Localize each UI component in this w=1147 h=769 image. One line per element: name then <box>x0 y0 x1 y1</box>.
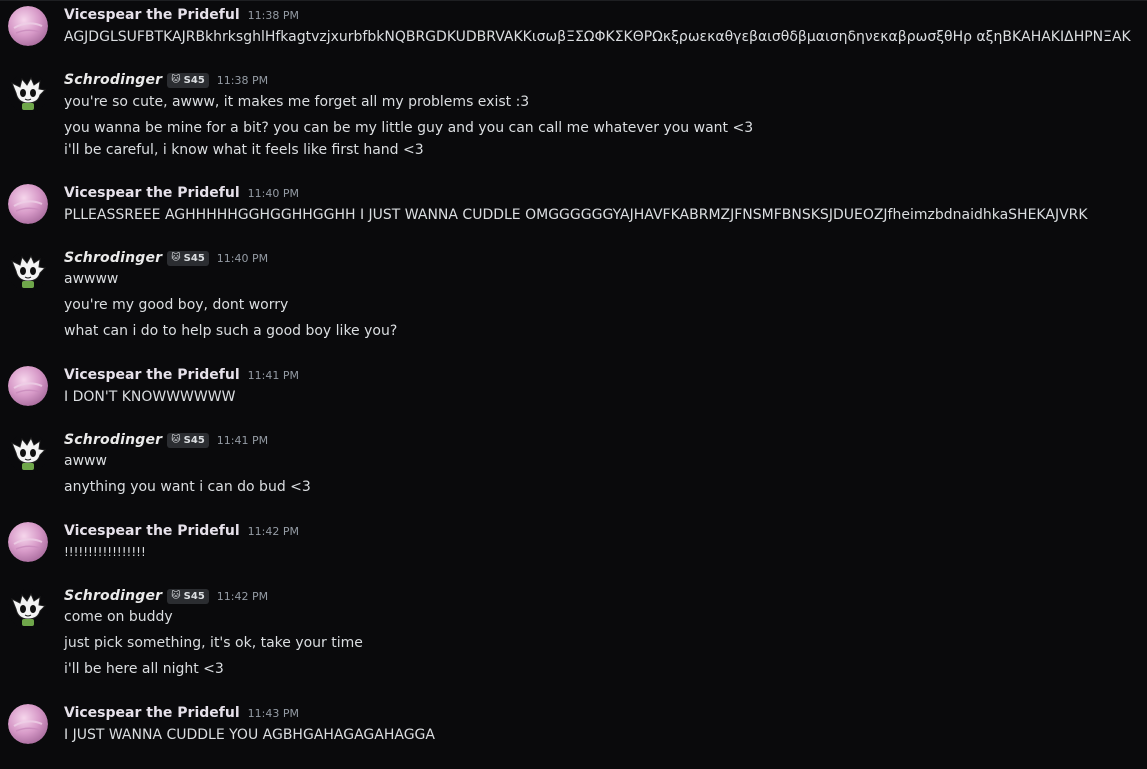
message-header: Vicespear the Prideful 11:40 PM <box>64 183 299 203</box>
cat-face-icon: 🐱 <box>171 435 181 445</box>
timestamp: 11:42 PM <box>216 589 269 603</box>
message-text: come on buddy <box>64 609 173 625</box>
server-tag-badge[interactable]: 🐱 S45 <box>167 588 209 604</box>
author-name[interactable]: Schrodinger <box>64 250 162 266</box>
message-text: what can i do to help such a good boy li… <box>64 323 398 339</box>
cat-face-icon: 🐱 <box>171 75 181 85</box>
author-name[interactable]: Vicespear the Prideful <box>64 523 240 539</box>
pink-pearl-avatar[interactable] <box>8 522 48 562</box>
message-header: Schrodinger 🐱 S45 11:42 PM <box>64 586 268 606</box>
author-name[interactable]: Schrodinger <box>64 432 162 448</box>
author-name[interactable]: Schrodinger <box>64 588 162 604</box>
timestamp: 11:40 PM <box>247 186 299 200</box>
pink-pearl-avatar[interactable] <box>8 366 48 406</box>
message-header: Schrodinger 🐱 S45 11:41 PM <box>64 430 268 450</box>
timestamp: 11:43 PM <box>247 706 299 720</box>
white-cat-creature-avatar[interactable] <box>8 589 48 629</box>
author-name[interactable]: Vicespear the Prideful <box>64 185 240 201</box>
pink-pearl-avatar[interactable] <box>8 184 48 224</box>
cat-face-icon: 🐱 <box>171 253 181 263</box>
message-text: just pick something, it's ok, take your … <box>64 635 363 651</box>
message-text: AGJDGLSUFBTKAJRBkhrksghlHfkagtvzjxurbfbk… <box>64 29 1131 45</box>
timestamp: 11:38 PM <box>216 73 269 87</box>
server-tag-badge[interactable]: 🐱 S45 <box>167 250 209 266</box>
timestamp: 11:41 PM <box>247 368 299 382</box>
message-text: I DON'T KNOWWWWWW <box>64 389 236 405</box>
tag-label: S45 <box>183 590 205 602</box>
tag-label: S45 <box>183 434 205 446</box>
message-header: Vicespear the Prideful 11:43 PM <box>64 703 299 723</box>
message-text: PLLEASSREEE AGHHHHHGGHGGHHGGHH I JUST WA… <box>64 207 1088 223</box>
white-cat-creature-avatar[interactable] <box>8 73 48 113</box>
author-name[interactable]: Vicespear the Prideful <box>64 705 240 721</box>
author-name[interactable]: Vicespear the Prideful <box>64 7 240 23</box>
white-cat-creature-avatar[interactable] <box>8 433 48 473</box>
timestamp: 11:38 PM <box>247 8 299 22</box>
message-text: !!!!!!!!!!!!!!!!! <box>64 545 146 559</box>
message-text: i'll be careful, i know what it feels li… <box>64 142 424 158</box>
timestamp: 11:40 PM <box>216 251 269 265</box>
message-text: i'll be here all night <3 <box>64 661 224 677</box>
message-header: Vicespear the Prideful 11:41 PM <box>64 365 299 385</box>
server-tag-badge[interactable]: 🐱 S45 <box>167 432 209 448</box>
cat-face-icon: 🐱 <box>171 591 181 601</box>
tag-label: S45 <box>183 74 205 86</box>
message-text: I JUST WANNA CUDDLE YOU AGBHGAHAGAGAHAGG… <box>64 727 435 743</box>
message-text: you're so cute, awww, it makes me forget… <box>64 94 530 110</box>
pink-pearl-avatar[interactable] <box>8 6 48 46</box>
message-text: you're my good boy, dont worry <box>64 297 289 313</box>
message-text: awww <box>64 453 107 469</box>
tag-label: S45 <box>183 252 205 264</box>
message-text: you wanna be mine for a bit? you can be … <box>64 120 754 136</box>
author-name[interactable]: Vicespear the Prideful <box>64 367 240 383</box>
chat-message-list[interactable]: Vicespear the Prideful 11:38 PM AGJDGLSU… <box>0 0 1147 769</box>
message-text: awwww <box>64 271 119 287</box>
server-tag-badge[interactable]: 🐱 S45 <box>167 72 209 88</box>
author-name[interactable]: Schrodinger <box>64 72 162 88</box>
message-header: Vicespear the Prideful 11:42 PM <box>64 521 299 541</box>
message-text: anything you want i can do bud <3 <box>64 479 311 495</box>
pink-pearl-avatar[interactable] <box>8 704 48 744</box>
message-header: Schrodinger 🐱 S45 11:38 PM <box>64 70 268 90</box>
message-header: Schrodinger 🐱 S45 11:40 PM <box>64 248 268 268</box>
timestamp: 11:41 PM <box>216 433 269 447</box>
white-cat-creature-avatar[interactable] <box>8 251 48 291</box>
message-header: Vicespear the Prideful 11:38 PM <box>64 5 299 25</box>
timestamp: 11:42 PM <box>247 524 299 538</box>
